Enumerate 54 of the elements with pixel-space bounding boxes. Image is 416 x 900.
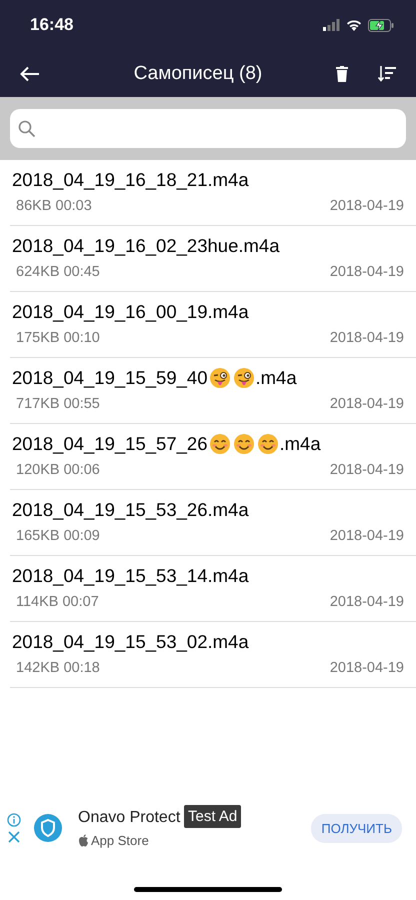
file-name: .m4a bbox=[280, 433, 321, 455]
recording-row[interactable]: 2018_04_19_15_53_26.m4a 165KB 00:09 2018-04-19 bbox=[10, 490, 416, 556]
file-date: 2018-04-19 bbox=[330, 264, 404, 280]
file-date: 2018-04-19 bbox=[330, 198, 404, 214]
store-label: App Store bbox=[91, 832, 149, 848]
file-info: 165KB 00:09 bbox=[16, 528, 100, 544]
recording-row[interactable]: 2018_04_19_15_53_14.m4a 114KB 00:07 2018-04-19 bbox=[10, 556, 416, 622]
signal-icon bbox=[323, 19, 340, 31]
smiling-emoji-icon bbox=[256, 433, 278, 455]
recording-row[interactable]: 2018_04_19_15_59_40 .m4a 717KB 00:55 2018-04-19 bbox=[10, 358, 416, 424]
file-date: 2018-04-19 bbox=[330, 594, 404, 610]
recording-row[interactable]: 2018_04_19_16_18_21.m4a 86KB 00:03 2018-04-19 bbox=[10, 160, 416, 226]
file-date: 2018-04-19 bbox=[330, 528, 404, 544]
file-name: 2018_04_19_15_53_26.m4a bbox=[12, 499, 249, 521]
close-icon[interactable] bbox=[8, 831, 20, 843]
wifi-icon bbox=[346, 19, 362, 31]
smiling-emoji-icon bbox=[232, 433, 254, 455]
file-date: 2018-04-19 bbox=[330, 462, 404, 478]
battery-charging-icon bbox=[368, 18, 394, 32]
file-info: 175KB 00:10 bbox=[16, 330, 100, 346]
file-name: 2018_04_19_15_57_26 bbox=[12, 433, 208, 455]
test-ad-label: Test Ad bbox=[184, 804, 242, 828]
file-info: 717KB 00:55 bbox=[16, 396, 100, 412]
file-info: 114KB 00:07 bbox=[16, 594, 99, 610]
file-name: 2018_04_19_15_53_02.m4a bbox=[12, 631, 249, 653]
get-button[interactable]: ПОЛУЧИТЬ bbox=[311, 814, 402, 842]
recording-row[interactable]: 2018_04_19_15_57_26 .m4a 120KB 00:06 2018-04-19 bbox=[10, 424, 416, 490]
recording-row[interactable]: 2018_04_19_16_02_23hue.m4a 624KB 00:45 2018-04-19 bbox=[10, 226, 416, 292]
shield-app-icon bbox=[34, 814, 62, 842]
info-icon[interactable] bbox=[7, 813, 21, 827]
recording-row[interactable]: 2018_04_19_16_00_19.m4a 175KB 00:10 2018-04-19 bbox=[10, 292, 416, 358]
file-name: 2018_04_19_15_53_14.m4a bbox=[12, 565, 249, 587]
file-name: 2018_04_19_16_02_23hue.m4a bbox=[12, 235, 280, 257]
file-name: 2018_04_19_16_00_19.m4a bbox=[12, 301, 249, 323]
file-date: 2018-04-19 bbox=[330, 660, 404, 676]
screen-title: Самописец (8) bbox=[132, 62, 264, 84]
ad-title: Onavo Protect bbox=[78, 808, 180, 826]
search-field[interactable] bbox=[10, 109, 406, 148]
file-info: 120KB 00:06 bbox=[16, 462, 100, 478]
smiling-emoji-icon bbox=[208, 433, 230, 455]
winking-tongue-emoji-icon bbox=[232, 367, 254, 389]
file-name: 2018_04_19_15_59_40 bbox=[12, 367, 208, 389]
file-info: 86KB 00:03 bbox=[16, 198, 92, 214]
search-icon bbox=[18, 120, 36, 138]
file-info: 624KB 00:45 bbox=[16, 264, 100, 280]
file-date: 2018-04-19 bbox=[330, 396, 404, 412]
winking-tongue-emoji-icon bbox=[208, 367, 230, 389]
file-name: 2018_04_19_16_18_21.m4a bbox=[12, 169, 249, 191]
file-date: 2018-04-19 bbox=[330, 330, 404, 346]
status-time: 16:48 bbox=[30, 15, 74, 35]
recording-row[interactable]: 2018_04_19_15_53_02.m4a 142KB 00:18 2018-04-19 bbox=[10, 622, 416, 688]
file-info: 142KB 00:18 bbox=[16, 660, 100, 676]
apple-icon bbox=[78, 834, 89, 846]
file-name: .m4a bbox=[256, 367, 297, 389]
